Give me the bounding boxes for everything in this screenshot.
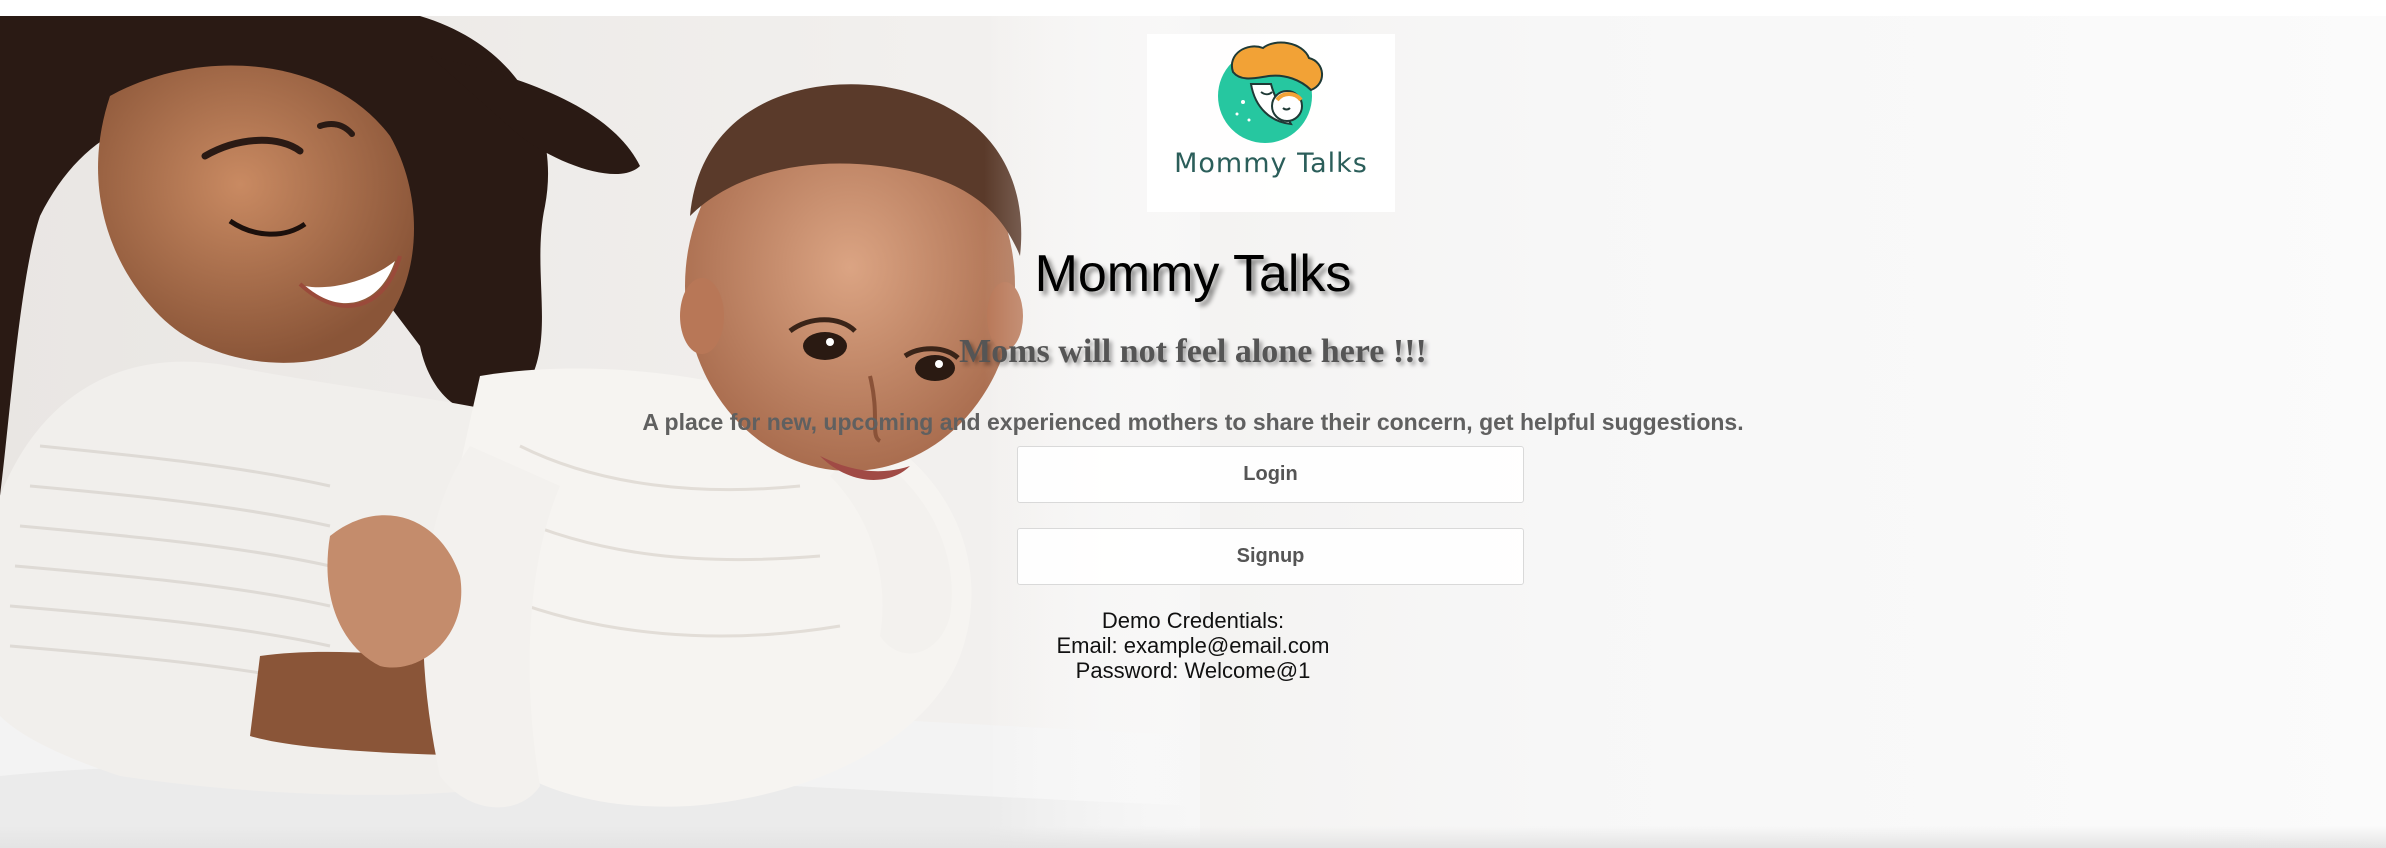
- logo: Mommy Talks: [1147, 34, 1395, 212]
- demo-password: Password: Welcome@1: [1075, 658, 1311, 683]
- login-button[interactable]: Login: [1017, 446, 1524, 503]
- signup-button[interactable]: Signup: [1017, 528, 1524, 585]
- bottom-shade: [0, 826, 2386, 848]
- mother-baby-logo-icon: [1218, 41, 1323, 143]
- demo-credentials-heading: Demo Credentials:: [1101, 608, 1285, 633]
- page-title: Mommy Talks: [1034, 245, 1352, 303]
- description-text: A place for new, upcoming and experience…: [642, 409, 1744, 435]
- demo-email: Email: example@email.com: [1056, 633, 1330, 658]
- landing-page: Mommy Talks Mommy Talks Moms will not fe…: [0, 0, 2386, 848]
- logo-text: Mommy Talks: [1174, 148, 1368, 179]
- demo-credentials: Demo Credentials: Email: example@email.c…: [0, 608, 2386, 683]
- tagline: Moms will not feel alone here !!!: [959, 333, 1427, 370]
